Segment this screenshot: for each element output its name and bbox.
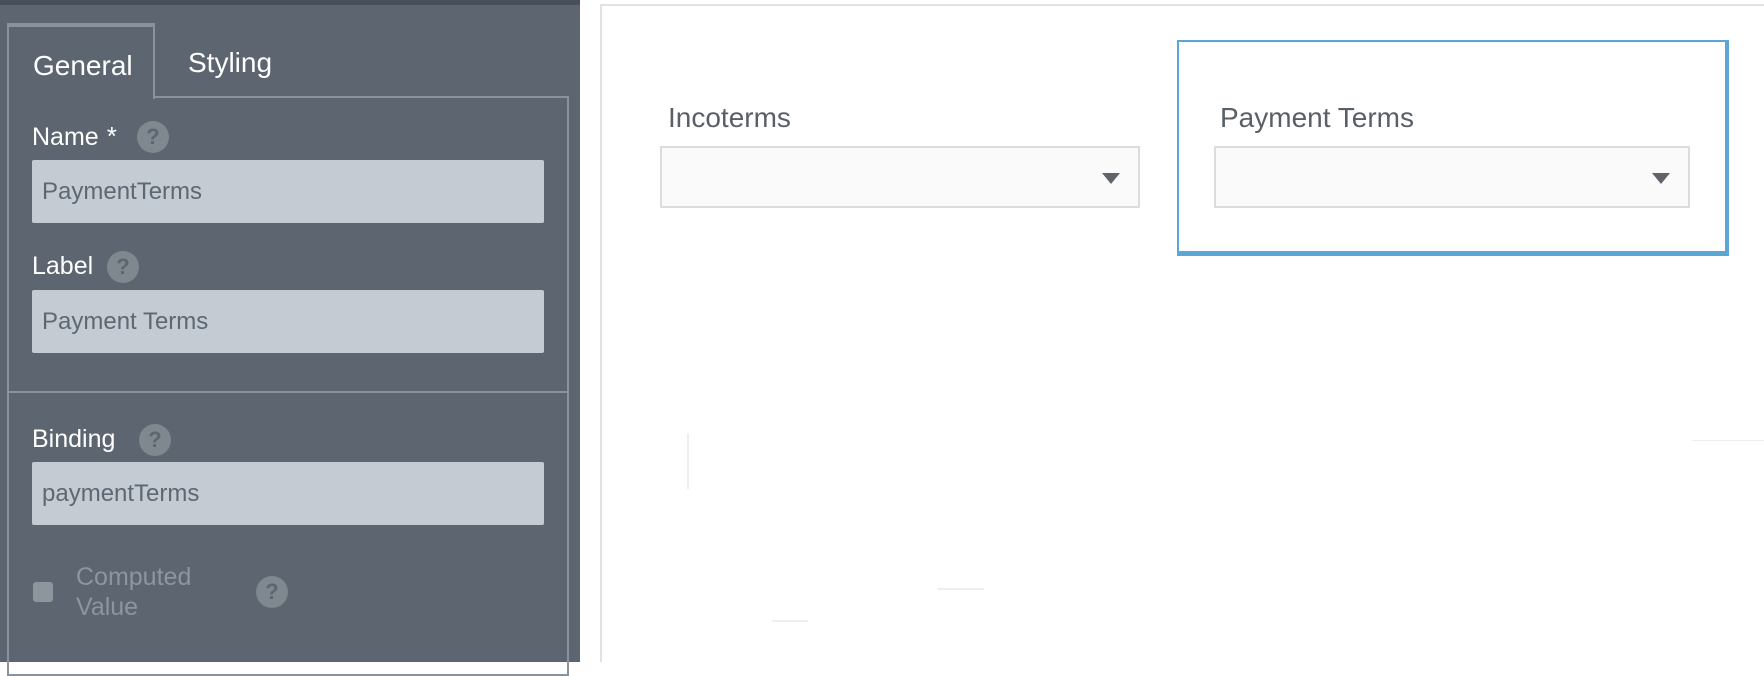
incoterms-select[interactable] <box>660 146 1140 208</box>
name-help-icon[interactable]: ? <box>137 121 169 153</box>
canvas-artifact <box>938 588 984 590</box>
tab-general[interactable]: General <box>7 23 155 99</box>
canvas-artifact <box>1692 440 1764 441</box>
canvas-artifact <box>772 620 808 622</box>
panel-gutter <box>580 0 600 662</box>
binding-field-label: Binding <box>32 425 116 453</box>
payment-terms-select[interactable] <box>1214 146 1690 208</box>
name-field-label: Name * <box>32 121 117 152</box>
panel-top-bar <box>0 0 580 5</box>
computed-value-checkbox[interactable] <box>33 582 53 602</box>
label-field-label: Label <box>32 252 94 280</box>
caret-down-icon <box>1102 173 1120 184</box>
incoterms-label: Incoterms <box>668 102 791 133</box>
label-help-icon[interactable]: ? <box>107 251 139 283</box>
properties-panel: General Styling Name* ? Label ? Binding … <box>0 0 580 676</box>
payment-terms-label: Payment Terms <box>1220 102 1414 133</box>
name-label-text: Name <box>32 123 99 151</box>
binding-help-icon[interactable]: ? <box>139 424 171 456</box>
canvas-artifact <box>687 434 689 489</box>
computed-value-help-icon[interactable]: ? <box>256 576 288 608</box>
section-divider <box>9 391 567 393</box>
computed-value-label: Computed Value <box>76 563 192 621</box>
binding-input[interactable] <box>32 462 544 525</box>
caret-down-icon <box>1652 173 1670 184</box>
tab-styling[interactable]: Styling <box>160 27 300 97</box>
label-input[interactable] <box>32 290 544 353</box>
name-input[interactable] <box>32 160 544 223</box>
required-marker: * <box>106 121 117 151</box>
